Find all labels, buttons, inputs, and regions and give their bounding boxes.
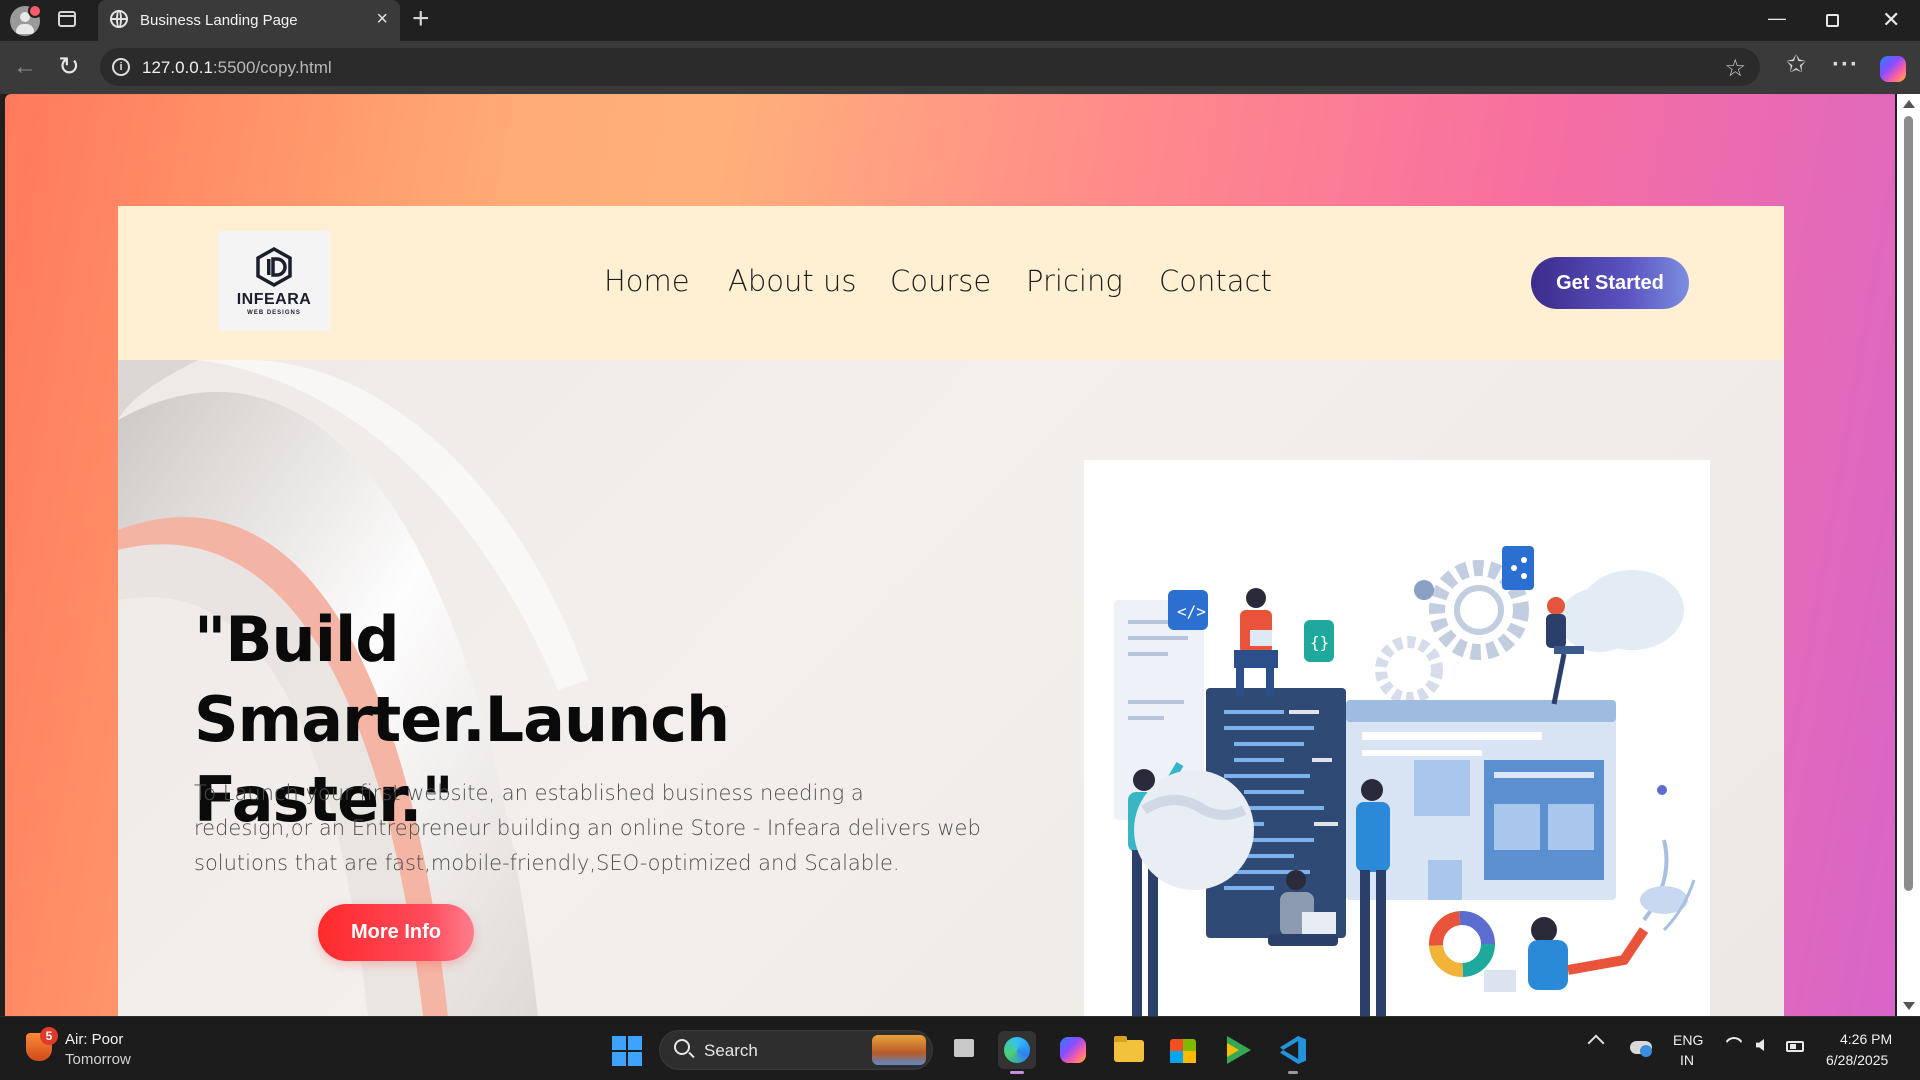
- site-navbar: INFEARA WEB DESIGNS Home About us Course…: [118, 206, 1784, 360]
- page-scrollbar[interactable]: [1897, 94, 1920, 1016]
- language-region: IN: [1680, 1052, 1694, 1068]
- scroll-down-icon[interactable]: [1903, 1002, 1915, 1010]
- nav-contact[interactable]: Contact: [1159, 264, 1272, 298]
- logo-subtext: WEB DESIGNS: [247, 310, 301, 316]
- hero-description: To Launch your first website, an establi…: [194, 781, 981, 875]
- weather-subtitle: Tomorrow: [65, 1051, 131, 1068]
- browser-tab-active[interactable]: Business Landing Page ×: [98, 0, 400, 41]
- task-view-icon[interactable]: [946, 1031, 984, 1069]
- scroll-up-icon[interactable]: [1903, 100, 1915, 108]
- scroll-thumb[interactable]: [1904, 116, 1913, 891]
- nav-home[interactable]: Home: [604, 264, 690, 298]
- logo-hexagon-icon: [256, 247, 292, 287]
- search-icon: [674, 1039, 690, 1055]
- hero-illustration-image: </> {}: [1084, 460, 1710, 1016]
- url-host: 127.0.0.1: [142, 58, 213, 77]
- clock-time[interactable]: 4:26 PM: [1840, 1031, 1892, 1047]
- site-logo[interactable]: INFEARA WEB DESIGNS: [218, 231, 330, 331]
- edge-browser-icon[interactable]: [998, 1031, 1036, 1074]
- reload-icon[interactable]: ↻: [58, 53, 80, 79]
- browser-toolbar: ← ↻ i 127.0.0.1:5500/copy.html ☆ ✩ ···: [0, 41, 1920, 94]
- weather-badge: 5: [40, 1027, 58, 1045]
- bookmark-star-icon[interactable]: ☆: [1724, 54, 1746, 83]
- url-path: :5500/copy.html: [212, 58, 332, 77]
- more-info-button[interactable]: More Info: [318, 904, 474, 961]
- hero-section: "Build Smarter.Launch Faster." To Launch…: [118, 360, 1784, 1016]
- favorites-icon[interactable]: ✩: [1786, 53, 1806, 77]
- window-close-button[interactable]: ✕: [1882, 7, 1900, 33]
- address-bar[interactable]: i 127.0.0.1:5500/copy.html ☆: [100, 48, 1760, 86]
- more-menu-icon[interactable]: ···: [1832, 53, 1859, 77]
- start-windows-icon[interactable]: [612, 1036, 642, 1066]
- vscode-icon[interactable]: [1274, 1031, 1312, 1074]
- battery-icon[interactable]: [1786, 1041, 1804, 1052]
- tab-close-icon[interactable]: ×: [376, 9, 388, 29]
- taskbar-search[interactable]: Search: [659, 1030, 933, 1070]
- globe-icon: [110, 10, 128, 28]
- volume-icon[interactable]: [1756, 1039, 1764, 1051]
- weather-title[interactable]: Air: Poor: [65, 1031, 123, 1048]
- google-play-icon[interactable]: [1218, 1031, 1256, 1069]
- window-minimize-button[interactable]: —: [1768, 8, 1786, 29]
- nav-course[interactable]: Course: [890, 264, 991, 298]
- wifi-icon[interactable]: [1724, 1037, 1744, 1057]
- address-url[interactable]: 127.0.0.1:5500/copy.html: [142, 58, 332, 78]
- language-indicator[interactable]: ENG: [1673, 1032, 1703, 1048]
- profile-avatar-icon[interactable]: [10, 4, 42, 36]
- tab-actions-icon[interactable]: [58, 11, 76, 27]
- window-restore-button[interactable]: [1826, 14, 1839, 27]
- svg-text:</>: </>: [1177, 602, 1206, 621]
- back-arrow-icon[interactable]: ←: [13, 55, 37, 79]
- new-tab-button[interactable]: +: [412, 4, 430, 34]
- microsoft-store-icon[interactable]: [1164, 1031, 1202, 1069]
- logo-text: INFEARA: [236, 291, 312, 308]
- nav-about-us[interactable]: About us: [728, 264, 856, 298]
- site-info-icon[interactable]: i: [112, 58, 130, 76]
- file-explorer-icon[interactable]: [1110, 1031, 1148, 1069]
- windows-taskbar: 5 Air: Poor Tomorrow Search ENG IN 4:26 …: [0, 1016, 1920, 1080]
- nav-pricing[interactable]: Pricing: [1026, 264, 1123, 298]
- tab-title: Business Landing Page: [140, 12, 298, 29]
- onedrive-icon[interactable]: [1630, 1041, 1652, 1057]
- svg-text:{}: {}: [1310, 633, 1329, 652]
- get-started-button[interactable]: Get Started: [1531, 257, 1689, 309]
- search-highlight-icon: [872, 1035, 926, 1065]
- browser-titlebar: Business Landing Page × + — ✕: [0, 0, 1920, 41]
- tray-overflow-chevron-icon[interactable]: [1587, 1034, 1605, 1052]
- copilot-app-icon[interactable]: [1054, 1031, 1092, 1069]
- search-label: Search: [704, 1041, 758, 1060]
- copilot-icon[interactable]: [1880, 56, 1906, 82]
- clock-date: 6/28/2025: [1826, 1052, 1889, 1068]
